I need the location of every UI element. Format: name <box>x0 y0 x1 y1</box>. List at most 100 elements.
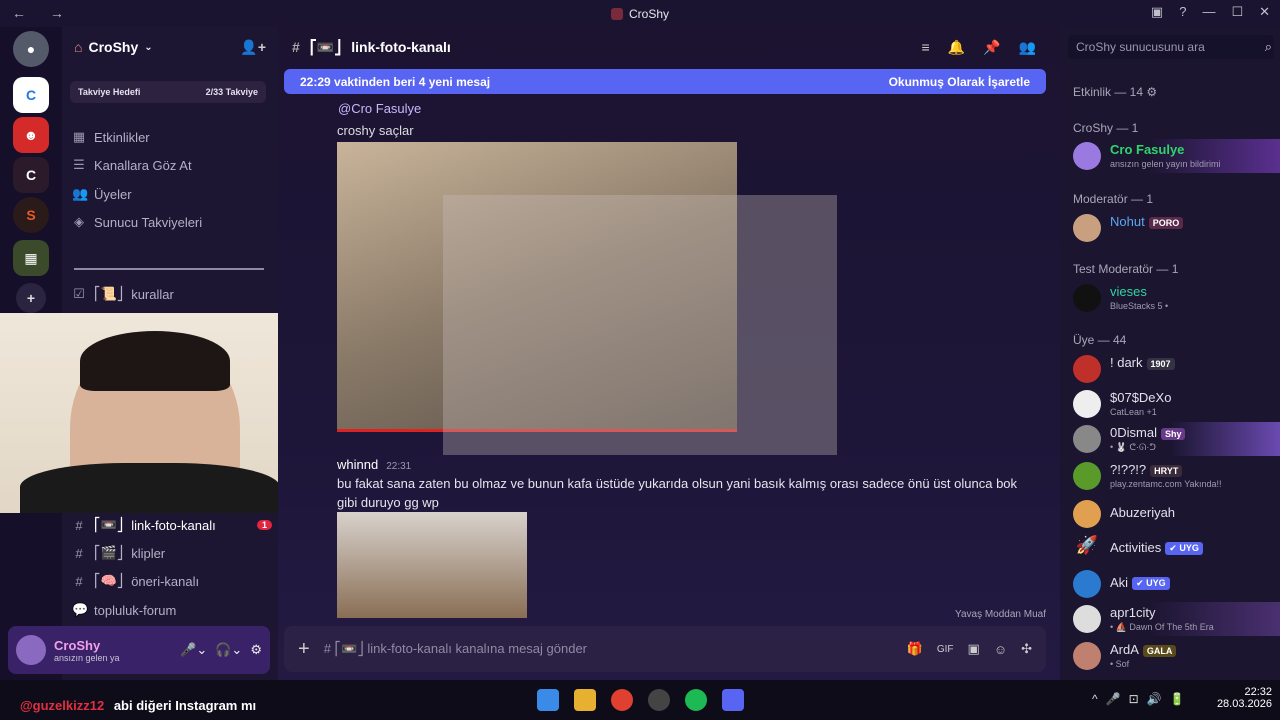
message-text: croshy saçlar <box>337 123 414 138</box>
members-icon[interactable]: 👥 <box>1019 39 1036 56</box>
member-row[interactable]: Nohut PORO <box>1060 211 1280 245</box>
member-name-text: 0Dismal <box>1110 425 1157 440</box>
apps-icon[interactable]: ✣ <box>1021 641 1032 657</box>
message-input[interactable]: # ⎡📼⎦ link-foto-kanalı kanalına mesaj gö… <box>324 641 893 657</box>
app-icon <box>610 7 623 20</box>
gif-icon[interactable]: GIF <box>937 644 954 655</box>
member-row[interactable]: $07$DeXo CatLean +1 <box>1060 387 1280 421</box>
channel-suggest[interactable]: # ⎡🧠⎦ öneri-kanalı <box>72 569 272 593</box>
gift-icon[interactable]: 🎁 <box>907 641 923 657</box>
avatar <box>1073 425 1101 453</box>
sidebar-item-boosts[interactable]: ◈ Sunucu Takviyeleri <box>72 210 272 234</box>
member-row[interactable]: ! dark 1907 <box>1060 352 1280 386</box>
server-icon-croshy[interactable]: C <box>13 157 49 193</box>
title-bar: ← → CroShy ▣? — ☐ ✕ <box>0 0 1280 27</box>
member-name-text: Activities <box>1110 540 1162 555</box>
channel-link-foto[interactable]: # ⎡📼⎦ link-foto-kanalı 1 <box>72 513 272 537</box>
activity-header-label: Etkinlik — 14 <box>1073 85 1144 99</box>
new-messages-bar[interactable]: 22:29 vaktinden beri 4 yeni mesaj Okunmu… <box>284 69 1046 94</box>
back-forward-icons[interactable]: ← → <box>12 5 74 21</box>
channel-clips[interactable]: # ⎡🎬⎦ klipler <box>72 541 272 565</box>
help-icon[interactable]: ? <box>1179 4 1186 20</box>
member-name: Aki ✔ UYG <box>1110 575 1170 591</box>
inbox-icon[interactable]: ▣ <box>1151 4 1163 20</box>
avatar <box>1073 284 1101 312</box>
member-row[interactable]: 0Dismal Shy • 🐰 ᕦ·ᘏ·ᕤ <box>1060 422 1280 456</box>
channel-rules[interactable]: ☑ ⎡📜⎦ kurallar <box>72 282 272 306</box>
chrome-icon[interactable] <box>611 689 633 711</box>
member-row[interactable]: 🚀 Activities ✔ UYG <box>1060 532 1280 566</box>
emoji-icon[interactable]: ☺ <box>994 642 1007 657</box>
sticker-icon[interactable]: ▣ <box>968 641 980 657</box>
activity-header[interactable]: Etkinlik — 14 ⚙ <box>1073 85 1157 99</box>
avatar[interactable] <box>16 635 46 665</box>
avatar <box>1073 605 1101 633</box>
server-icon-red[interactable]: ☻ <box>13 117 49 153</box>
message-author[interactable]: whinnd <box>337 457 378 472</box>
server-icon-s[interactable]: S <box>13 197 49 233</box>
invite-icon[interactable]: 👤+ <box>240 39 266 56</box>
member-name: Abuzeriyah <box>1110 505 1176 520</box>
chat-handle: @guzelkizz12 <box>20 698 105 713</box>
member-row[interactable]: vieses BlueStacks 5 • <box>1060 281 1280 315</box>
sidebar-item-members[interactable]: 👥 Üyeler <box>72 182 272 206</box>
home-avatar[interactable]: ● <box>13 31 49 67</box>
app-tag: ✔ UYG <box>1165 542 1203 556</box>
close-icon[interactable]: ✕ <box>1259 4 1270 20</box>
member-row[interactable]: ?!??!? HRYT play.zentamc.com Yakında!! <box>1060 459 1280 493</box>
group-header: Üye — 44 <box>1073 333 1127 347</box>
spotify-icon[interactable] <box>685 689 707 711</box>
mic-icon[interactable]: 🎤⌄ <box>180 642 207 658</box>
member-name: vieses <box>1110 284 1147 299</box>
image-attachment[interactable] <box>337 512 527 618</box>
member-row[interactable]: Cro Fasulye ansızın gelen yayın bildirimi <box>1060 139 1280 173</box>
member-row[interactable]: Aki ✔ UYG <box>1060 567 1280 601</box>
threads-icon[interactable]: ≡ <box>922 39 930 56</box>
search-input[interactable]: CroShy sunucusunu ara <box>1068 35 1274 59</box>
explorer-icon[interactable] <box>574 689 596 711</box>
server-name: CroShy <box>88 39 139 55</box>
people-icon: 👥 <box>72 186 89 201</box>
member-row[interactable]: ArdA GALA • Sof <box>1060 639 1280 673</box>
member-name: ArdA GALA <box>1110 642 1177 657</box>
avatar <box>1073 355 1101 383</box>
tray-icons[interactable]: ^🎤⊡🔊🔋 <box>1092 692 1193 706</box>
new-messages-text: 22:29 vaktinden beri 4 yeni mesaj <box>300 74 491 89</box>
mark-read-button[interactable]: Okunmuş Olarak İşaretle <box>889 75 1030 89</box>
start-icon[interactable] <box>537 689 559 711</box>
minimize-icon[interactable]: — <box>1202 4 1215 20</box>
headset-icon[interactable]: 🎧⌄ <box>215 642 242 658</box>
rules-prefix: ⎡📜⎦ <box>94 286 124 301</box>
discord-icon[interactable] <box>722 689 744 711</box>
maximize-icon[interactable]: ☐ <box>1231 4 1243 20</box>
hash-icon: # <box>292 39 300 55</box>
member-row[interactable]: Abuzeriyah <box>1060 497 1280 531</box>
mention[interactable]: @Cro Fasulye <box>338 101 421 116</box>
clock-time: 22:32 <box>1244 686 1272 698</box>
app-tag: ✔ UYG <box>1132 577 1170 591</box>
server-icon-c[interactable]: C <box>13 77 49 113</box>
add-server-icon[interactable]: + <box>16 283 46 313</box>
server-folder[interactable]: ▦ <box>13 240 49 276</box>
member-name: ?!??!? HRYT <box>1110 462 1183 477</box>
sidebar-item-events[interactable]: ▦ Etkinlikler <box>72 125 272 149</box>
search-icon: ⌕ <box>1264 39 1272 54</box>
gear-icon[interactable]: ⚙ <box>250 642 262 658</box>
slowmode-exempt: Yavaş Moddan Muaf <box>955 609 1046 620</box>
message-composer[interactable]: + # ⎡📼⎦ link-foto-kanalı kanalına mesaj … <box>284 626 1046 672</box>
avatar <box>1073 390 1101 418</box>
boost-goal-bar[interactable]: Takviye Hedefi 2/33 Takviye <box>70 81 266 103</box>
role-tag: HRYT <box>1150 464 1183 477</box>
member-row[interactable]: apr1city • ⛵ Dawn Of The 5th Era <box>1060 602 1280 636</box>
channel-forum[interactable]: 💬 topluluk-forum <box>72 598 272 622</box>
plus-icon[interactable]: + <box>298 638 310 661</box>
pin-icon[interactable]: 📌 <box>983 39 1000 56</box>
sidebar-item-browse[interactable]: ☰ Kanallara Göz At <box>72 153 272 177</box>
member-name-text: Nohut <box>1110 214 1145 229</box>
server-header[interactable]: ⌂ CroShy ⌄ 👤+ <box>62 27 278 67</box>
member-name: ! dark 1907 <box>1110 355 1175 370</box>
bell-icon[interactable]: 🔔 <box>948 39 965 56</box>
member-name: Nohut PORO <box>1110 214 1184 229</box>
obs-icon[interactable] <box>648 689 670 711</box>
forum-icon: 💬 <box>72 602 89 617</box>
